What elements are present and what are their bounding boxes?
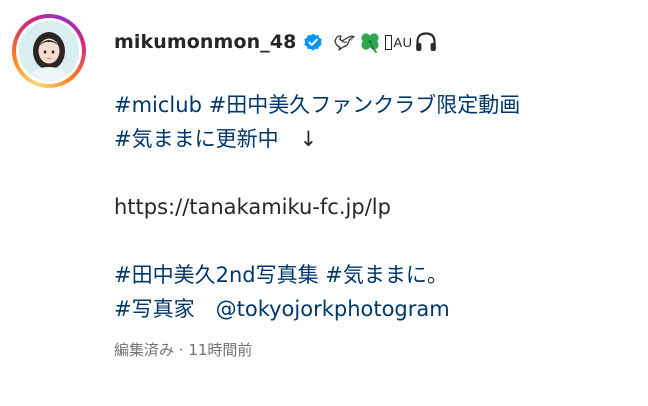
mention-link[interactable]: @tokyojorkphotogram	[216, 297, 450, 321]
verified-badge-icon	[303, 32, 323, 52]
hashtag-link[interactable]: #気ままに。	[325, 263, 448, 287]
caption-url: https://tanakamiku-fc.jp/lp	[114, 195, 391, 219]
avatar[interactable]	[12, 14, 86, 88]
avatar-border	[16, 18, 82, 84]
caption-arrow-text: ↓	[278, 127, 318, 151]
post-timestamp[interactable]: 11時間前	[188, 341, 252, 359]
username-link[interactable]: mikumonmon_48	[114, 31, 296, 53]
headphones-icon	[413, 29, 439, 55]
hashtag-link[interactable]: #miclub	[114, 93, 202, 117]
hashtag-link[interactable]: #田中美久2nd写真集	[114, 263, 319, 287]
caption-space	[195, 297, 216, 321]
hashtag-link[interactable]: #田中美久ファンクラブ限定動画	[209, 93, 521, 117]
bio-suffix-text: AU	[393, 34, 413, 50]
caption-text: #miclub #田中美久ファンクラブ限定動画 #気ままに更新中 ↓ https…	[114, 88, 638, 326]
bio-emoji-group: AU	[331, 29, 438, 55]
post-meta: 編集済み · 11時間前	[114, 339, 638, 360]
four-leaf-clover-icon	[357, 29, 383, 55]
edited-label: 編集済み	[114, 341, 175, 359]
dove-icon	[331, 29, 357, 55]
meta-separator: ·	[174, 341, 189, 359]
hashtag-link[interactable]: #気ままに更新中	[114, 127, 279, 151]
missing-glyph-icon	[385, 34, 393, 50]
avatar-image	[19, 21, 79, 81]
post-caption: mikumonmon_48 AU #miclub #田中美久ファンクラブ限定動画…	[0, 0, 648, 406]
caption-url-line: https://tanakamiku-fc.jp/lp	[114, 190, 638, 224]
caption-line-4: #田中美久2nd写真集 #気ままに。	[114, 258, 638, 292]
caption-content: mikumonmon_48 AU #miclub #田中美久ファンクラブ限定動画…	[114, 27, 638, 360]
caption-line-5: #写真家 @tokyojorkphotogram	[114, 292, 638, 326]
caption-header: mikumonmon_48 AU	[114, 27, 638, 57]
caption-line-2: #気ままに更新中 ↓	[114, 122, 638, 156]
caption-line-1: #miclub #田中美久ファンクラブ限定動画	[114, 88, 638, 122]
caption-space	[202, 93, 209, 117]
hashtag-link[interactable]: #写真家	[114, 297, 195, 321]
